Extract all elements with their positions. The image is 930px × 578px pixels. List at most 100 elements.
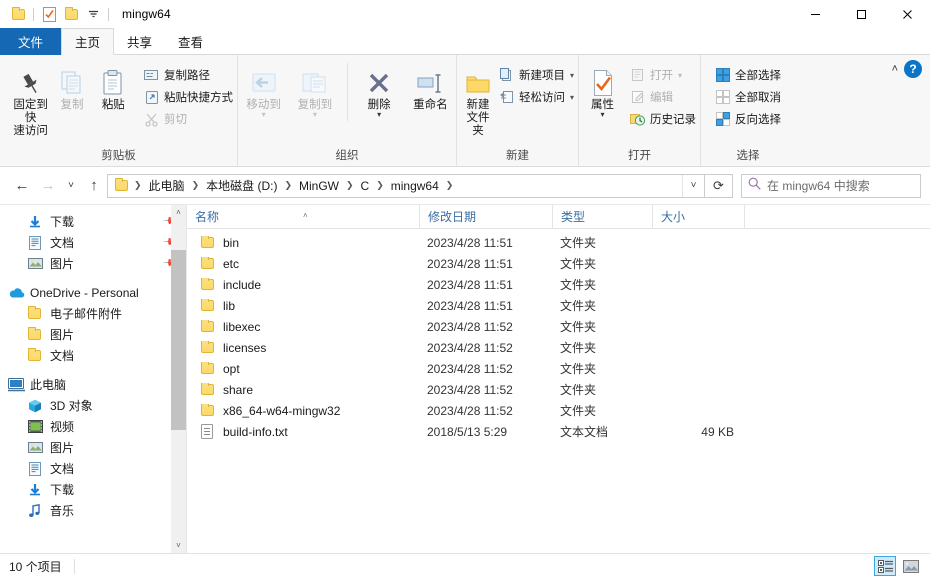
new-item-button[interactable]: 新建项目 ▾ bbox=[493, 64, 578, 86]
maximize-button[interactable] bbox=[838, 0, 884, 28]
table-row[interactable]: etc 2023/4/28 11:51 文件夹 bbox=[187, 253, 930, 274]
copy-path-button[interactable]: 复制路径 bbox=[138, 64, 237, 86]
ribbon-group-label-open: 打开 bbox=[628, 150, 651, 162]
recent-locations-button[interactable]: ˅ bbox=[61, 173, 81, 199]
breadcrumb-item-mingw[interactable]: MinGW bbox=[296, 179, 342, 193]
sidebar-item-videos[interactable]: 视频 bbox=[0, 416, 186, 437]
easy-access-button[interactable]: 轻松访问 ▾ bbox=[493, 86, 578, 108]
chevron-down-icon[interactable]: ▾ bbox=[262, 111, 266, 119]
cut-button[interactable]: 剪切 bbox=[138, 108, 237, 130]
chevron-right-icon[interactable]: ❯ bbox=[280, 180, 296, 191]
history-button[interactable]: 历史记录 bbox=[624, 108, 700, 130]
column-label: 大小 bbox=[661, 209, 686, 224]
table-row[interactable]: x86_64-w64-mingw32 2023/4/28 11:52 文件夹 bbox=[187, 400, 930, 421]
sidebar-item-3d-objects[interactable]: 3D 对象 bbox=[0, 395, 186, 416]
minimize-button[interactable] bbox=[792, 0, 838, 28]
new-folder-button[interactable]: 新建 文件夹 bbox=[463, 59, 493, 138]
scroll-up-button[interactable]: ˄ bbox=[171, 205, 186, 220]
sidebar-item-music[interactable]: 音乐 bbox=[0, 500, 186, 521]
column-header-date-modified[interactable]: 修改日期 bbox=[419, 204, 552, 229]
folder-icon[interactable] bbox=[7, 4, 29, 24]
address-dropdown-button[interactable]: ˅ bbox=[682, 174, 704, 197]
table-row[interactable]: include 2023/4/28 11:51 文件夹 bbox=[187, 274, 930, 295]
edit-button[interactable]: 编辑 bbox=[624, 86, 700, 108]
help-button[interactable]: ? bbox=[904, 60, 922, 78]
sidebar-item-documents-quick[interactable]: 文档 📌 bbox=[0, 232, 186, 253]
column-header-size[interactable]: 大小 bbox=[652, 204, 744, 229]
chevron-down-icon[interactable]: ▾ bbox=[678, 71, 682, 80]
details-view-button[interactable] bbox=[874, 556, 896, 576]
table-row[interactable]: bin 2023/4/28 11:51 文件夹 bbox=[187, 232, 930, 253]
scroll-down-button[interactable]: ˅ bbox=[171, 538, 186, 553]
address-bar-row: ← → ˅ ↑ ❯ 此电脑 ❯ 本地磁盘 (D:) ❯ MinGW ❯ C ❯ … bbox=[0, 167, 930, 204]
sidebar-item-downloads[interactable]: 下载 bbox=[0, 479, 186, 500]
paste-shortcut-button[interactable]: 粘贴快捷方式 bbox=[138, 86, 237, 108]
copy-to-button[interactable]: 复制到 ▾ bbox=[289, 59, 340, 119]
chevron-down-icon[interactable]: ▾ bbox=[570, 93, 574, 102]
sidebar-item-downloads-quick[interactable]: 下载 📌 bbox=[0, 211, 186, 232]
file-date: 2023/4/28 11:52 bbox=[427, 319, 513, 334]
copy-button[interactable]: 复制 bbox=[51, 59, 92, 112]
tab-home[interactable]: 主页 bbox=[61, 28, 115, 55]
move-to-button[interactable]: 移动到 ▾ bbox=[238, 59, 289, 119]
history-label: 历史记录 bbox=[650, 114, 696, 126]
refresh-button[interactable]: ⟳ bbox=[705, 173, 733, 198]
breadcrumb-item-this-pc[interactable]: 此电脑 bbox=[146, 177, 188, 194]
sidebar-item-onedrive-documents[interactable]: 文档 bbox=[0, 345, 186, 366]
select-all-button[interactable]: 全部选择 bbox=[709, 64, 785, 86]
close-button[interactable] bbox=[884, 0, 930, 28]
sidebar-item-documents[interactable]: 文档 bbox=[0, 458, 186, 479]
table-row[interactable]: opt 2023/4/28 11:52 文件夹 bbox=[187, 358, 930, 379]
sidebar-item-pictures[interactable]: 图片 bbox=[0, 437, 186, 458]
customize-dropdown-icon[interactable] bbox=[82, 4, 104, 24]
rename-button[interactable]: 重命名 bbox=[405, 59, 456, 112]
chevron-right-icon[interactable]: ❯ bbox=[342, 180, 358, 191]
videos-icon bbox=[28, 420, 50, 433]
chevron-right-icon[interactable]: ❯ bbox=[188, 180, 204, 191]
chevron-down-icon[interactable]: ▾ bbox=[600, 111, 604, 119]
navigation-pane-scrollbar[interactable]: ˄ ˅ bbox=[171, 205, 186, 553]
sidebar-item-this-pc[interactable]: 此电脑 bbox=[0, 374, 186, 395]
paste-button[interactable]: 粘贴 bbox=[93, 59, 134, 112]
tab-share[interactable]: 共享 bbox=[114, 28, 165, 55]
chevron-right-icon[interactable]: ❯ bbox=[372, 180, 388, 191]
item-count: 10 个项目 bbox=[9, 559, 62, 574]
sidebar-item-email-attachments[interactable]: 电子邮件附件 bbox=[0, 303, 186, 324]
properties-check-icon[interactable] bbox=[38, 4, 60, 24]
large-icons-view-button[interactable] bbox=[900, 556, 922, 576]
chevron-right-icon[interactable]: ❯ bbox=[442, 180, 458, 191]
open-button[interactable]: 打开 ▾ bbox=[624, 64, 700, 86]
search-input[interactable]: 在 mingw64 中搜索 bbox=[741, 173, 921, 198]
table-row[interactable]: share 2023/4/28 11:52 文件夹 bbox=[187, 379, 930, 400]
breadcrumb-item-c[interactable]: C bbox=[358, 179, 373, 193]
back-button[interactable]: ← bbox=[9, 173, 35, 199]
column-header-type[interactable]: 类型 bbox=[552, 204, 652, 229]
delete-button[interactable]: 删除 ▾ bbox=[353, 59, 404, 119]
tab-file[interactable]: 文件 bbox=[0, 28, 62, 55]
breadcrumb-item-mingw64[interactable]: mingw64 bbox=[388, 179, 442, 193]
chevron-down-icon[interactable]: ▾ bbox=[570, 71, 574, 80]
table-row[interactable]: libexec 2023/4/28 11:52 文件夹 bbox=[187, 316, 930, 337]
chevron-down-icon[interactable]: ▾ bbox=[377, 111, 381, 119]
properties-button[interactable]: 属性 ▾ bbox=[581, 59, 624, 119]
breadcrumb-item-local-disk[interactable]: 本地磁盘 (D:) bbox=[203, 177, 280, 194]
address-bar[interactable]: ❯ 此电脑 ❯ 本地磁盘 (D:) ❯ MinGW ❯ C ❯ mingw64 … bbox=[107, 173, 705, 198]
sidebar-item-onedrive-pictures[interactable]: 图片 bbox=[0, 324, 186, 345]
new-folder-icon[interactable] bbox=[60, 4, 82, 24]
select-none-button[interactable]: 全部取消 bbox=[709, 86, 785, 108]
sidebar-item-onedrive[interactable]: OneDrive - Personal bbox=[0, 282, 186, 303]
chevron-down-icon[interactable]: ▾ bbox=[313, 111, 317, 119]
forward-button[interactable]: → bbox=[35, 173, 61, 199]
table-row[interactable]: licenses 2023/4/28 11:52 文件夹 bbox=[187, 337, 930, 358]
sidebar-item-pictures-quick[interactable]: 图片 📌 bbox=[0, 253, 186, 274]
table-row[interactable]: lib 2023/4/28 11:51 文件夹 bbox=[187, 295, 930, 316]
tab-view[interactable]: 查看 bbox=[165, 28, 216, 55]
up-button[interactable]: ↑ bbox=[81, 173, 107, 199]
pin-to-quick-access-button[interactable]: 固定到快 速访问 bbox=[10, 59, 51, 138]
collapse-ribbon-button[interactable]: ˄ bbox=[892, 63, 898, 75]
invert-selection-button[interactable]: 反向选择 bbox=[709, 108, 785, 130]
column-header-name[interactable]: ˄ 名称 bbox=[187, 205, 419, 229]
scrollbar-thumb[interactable] bbox=[171, 250, 186, 430]
table-row[interactable]: build-info.txt 2018/5/13 5:29 文本文档 49 KB bbox=[187, 421, 930, 442]
chevron-right-icon[interactable]: ❯ bbox=[130, 180, 146, 191]
